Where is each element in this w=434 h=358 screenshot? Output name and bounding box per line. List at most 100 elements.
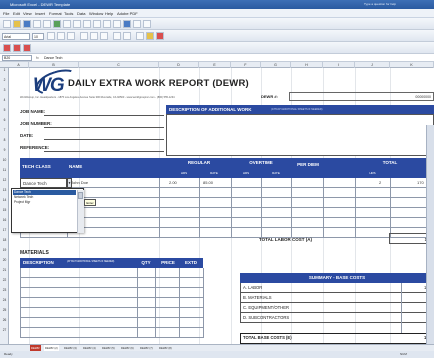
row-header[interactable]: 17 [0,228,9,232]
menu-format[interactable]: Format [49,9,62,18]
job-name-field[interactable] [44,115,164,116]
row-header[interactable]: 4 [0,98,9,102]
row-header[interactable]: 6 [0,118,9,122]
menu-data[interactable]: Data [77,9,85,18]
font-select[interactable]: Arial [2,33,30,40]
menu-adobe-pdf[interactable]: Adobe PDF [117,9,138,18]
materials-row[interactable] [20,288,203,298]
track-icon[interactable] [23,44,31,52]
row-header[interactable]: 26 [0,318,9,322]
bold-icon[interactable] [47,32,55,40]
row-header[interactable]: 15 [0,208,9,212]
sum-icon[interactable] [113,20,121,28]
menu-insert[interactable]: Insert [35,9,45,18]
scrollbar-thumb[interactable] [78,192,83,199]
new-icon[interactable] [3,20,11,28]
tech-class-select[interactable]: Dance Tech [20,178,67,188]
menu-tools[interactable]: Tools [64,9,73,18]
borders-icon[interactable] [136,32,144,40]
underline-icon[interactable] [67,32,75,40]
row-header[interactable]: 5 [0,108,9,112]
paste-icon[interactable] [83,20,91,28]
row-header[interactable]: 10 [0,158,9,162]
align-center-icon[interactable] [90,32,98,40]
spelling-icon[interactable] [53,20,61,28]
row-header[interactable]: 19 [0,248,9,252]
row-header[interactable]: 11 [0,168,9,172]
side-panel[interactable] [426,125,434,344]
row-header[interactable]: 3 [0,88,9,92]
currency-icon[interactable] [113,32,121,40]
row-header[interactable]: 16 [0,218,9,222]
labor-reg-hrs[interactable]: 2.00 [169,178,177,187]
row-header[interactable]: 23 [0,288,9,292]
table-border [323,178,324,238]
table-border [20,268,21,338]
window-title: Microsoft Excel - DEWR Template [10,2,71,7]
undo-icon[interactable] [93,20,101,28]
row-header[interactable]: 12 [0,178,9,182]
row-header[interactable]: 25 [0,308,9,312]
row-header[interactable]: 14 [0,198,9,202]
materials-row[interactable] [20,278,203,288]
preview-icon[interactable] [43,20,51,28]
worksheet[interactable]: WG DAILY EXTRA WORK REPORT (DEWR) WorldG… [9,68,434,344]
row-header[interactable]: 9 [0,148,9,152]
menu-help[interactable]: Help [105,9,113,18]
materials-row[interactable] [20,308,203,318]
dewr-number-field[interactable]: 00000000 [289,92,434,101]
row-header[interactable]: 2 [0,78,9,82]
row-header[interactable]: 27 [0,328,9,332]
date-field[interactable] [44,139,164,140]
comment-icon[interactable] [13,44,21,52]
materials-row[interactable] [20,268,203,278]
dropdown-option[interactable]: Project Mgr [13,200,76,205]
description-field[interactable] [166,114,434,156]
menu-edit[interactable]: Edit [13,9,20,18]
name-box[interactable]: B20 [2,55,32,61]
row-header[interactable]: 13 [0,188,9,192]
row-header[interactable]: 18 [0,238,9,242]
font-size-select[interactable]: 10 [32,33,44,40]
review-icon[interactable] [3,44,11,52]
menu-window[interactable]: Window [89,9,103,18]
help-icon[interactable] [143,20,151,28]
materials-row[interactable] [20,328,203,338]
fill-color-icon[interactable] [146,32,154,40]
italic-icon[interactable] [57,32,65,40]
row-header[interactable]: 8 [0,138,9,142]
font-color-icon[interactable] [156,32,164,40]
materials-row[interactable] [20,298,203,308]
menu-file[interactable]: File [3,9,9,18]
materials-row[interactable] [20,318,203,328]
copy-icon[interactable] [73,20,81,28]
col-name: NAME [69,164,83,169]
tech-class-dropdown[interactable]: Dance Tech Network Tech Project Mgr [11,188,84,233]
zoom-icon[interactable] [133,20,141,28]
row-header[interactable]: 21 [0,268,9,272]
col-per-diem: PER DIEM [297,162,319,167]
chart-icon[interactable] [123,20,131,28]
labor-name[interactable]: John Doe [71,178,88,187]
row-header[interactable]: 1 [0,68,9,72]
row-header[interactable]: 24 [0,298,9,302]
align-left-icon[interactable] [80,32,88,40]
row-header[interactable]: 7 [0,128,9,132]
save-icon[interactable] [23,20,31,28]
open-icon[interactable] [13,20,21,28]
print-icon[interactable] [33,20,41,28]
help-search-box[interactable]: Type a question for help [364,0,396,9]
align-right-icon[interactable] [100,32,108,40]
job-number-field[interactable] [44,127,164,128]
table-border [355,178,356,238]
cut-icon[interactable] [63,20,71,28]
formula-input[interactable]: Dance Tech [44,55,62,61]
percent-icon[interactable] [123,32,131,40]
fx-icon[interactable]: fx [36,55,39,61]
row-header[interactable]: 22 [0,278,9,282]
row-header[interactable]: 20 [0,258,9,262]
reference-field[interactable] [44,151,164,152]
redo-icon[interactable] [103,20,111,28]
menu-view[interactable]: View [23,9,32,18]
labor-reg-rate[interactable]: 85.00 [203,178,213,187]
